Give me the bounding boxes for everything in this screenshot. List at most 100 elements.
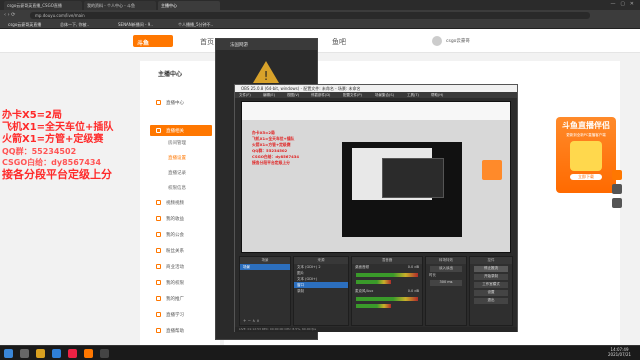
nav-home[interactable]: 首页: [200, 37, 214, 47]
obs-menu-profile[interactable]: 配置文件(P): [343, 93, 362, 98]
douyu-logo[interactable]: 斗鱼: [133, 35, 173, 47]
promo-download-button[interactable]: 立即下载: [570, 174, 602, 180]
sidebar-item-study[interactable]: 直播学习: [150, 309, 212, 320]
share-icon[interactable]: [612, 184, 622, 194]
tab-anchor-center[interactable]: 主播中心: [158, 1, 220, 10]
mixer-desktop-level: 0.0 dB: [407, 265, 419, 269]
sidebar-item-activity[interactable]: 商业活动: [150, 261, 212, 272]
mixer-desktop-name: 桌面音频: [355, 265, 369, 269]
preview-nested-capture: [342, 142, 462, 237]
obs-window: OBS 25.0.8 (64-bit, windows) - 配置文件: 未命名…: [234, 84, 518, 332]
sidebar-item-promote[interactable]: 我的推广: [150, 293, 212, 304]
sidebar-item-live-related[interactable]: 直播相关: [150, 125, 212, 136]
overlay-line-2: 飞机X1=全天车位+插队: [2, 122, 114, 133]
steam-icon[interactable]: [100, 349, 109, 358]
mic-audio-slider[interactable]: [356, 304, 391, 308]
overlay-line-4: QQ群：55234502: [2, 147, 77, 156]
file-explorer-icon[interactable]: [36, 349, 45, 358]
tab-profile[interactable]: 我的资料 - 个人中心 - 斗鱼: [84, 1, 156, 10]
sidebar-sub-room[interactable]: 房间管理: [168, 140, 186, 146]
browser-icon[interactable]: [52, 349, 61, 358]
sidebar-item-video[interactable]: 视频视频: [150, 197, 212, 208]
obs-taskbar-icon[interactable]: [68, 349, 77, 358]
top-icon[interactable]: [612, 198, 622, 208]
svg-text:!: !: [264, 69, 269, 83]
bookmark-item[interactable]: 个人播播_5分钟不..: [178, 22, 213, 28]
obs-menu-tools[interactable]: 工具(T): [407, 93, 419, 98]
sidebar-item-income[interactable]: 我的收益: [150, 213, 212, 224]
scene-item[interactable]: 场景: [240, 264, 290, 270]
transitions-dock: 转场特效 淡入淡出 时长 300 ms: [425, 256, 467, 326]
activity-icon: [156, 264, 161, 269]
bookmark-item[interactable]: csgo云豪哥英直播: [8, 22, 41, 28]
studio-mode-button[interactable]: 工作室模式: [474, 282, 508, 288]
home-icon: [156, 100, 161, 105]
url-field[interactable]: mp.douyu.com/live/main: [30, 12, 590, 19]
help-icon: [156, 328, 161, 333]
exit-button[interactable]: 退出: [474, 298, 508, 304]
transitions-header: 转场特效: [426, 257, 466, 264]
sidebar-sub-permission[interactable]: 权限信息: [168, 185, 186, 191]
warning-icon: !: [251, 59, 281, 85]
nav-yuba[interactable]: 鱼吧: [332, 37, 346, 47]
sidebar-title: 主播中心: [158, 71, 183, 78]
obs-preview[interactable]: 办卡X5=2局 飞机X1=全天车位+插队 火箭X1=方管+定级赛 QQ群：552…: [241, 101, 511, 253]
sidebar-item-fans[interactable]: 粉丝关系: [150, 245, 212, 256]
sources-header: 来源: [294, 257, 348, 264]
desktop-audio-slider[interactable]: [356, 280, 391, 284]
sidebar-sub-records[interactable]: 直播记录: [168, 170, 186, 176]
overlay-line-6: 接各分段平台定级上分: [2, 168, 112, 181]
promo-subtitle: 更新到全新PC直播客户端: [566, 133, 606, 137]
sidebar-item-permission[interactable]: 我的权限: [150, 277, 212, 288]
user-name[interactable]: csgo云豪哥: [446, 38, 470, 44]
obs-title: OBS 25.0.8 (64-bit, windows) - 配置文件: 未命名…: [235, 85, 517, 92]
obs-menu-view[interactable]: 视图(V): [287, 93, 299, 98]
play-icon[interactable]: [612, 170, 622, 180]
scenes-header: 场景: [240, 257, 290, 264]
bookmark-item[interactable]: SENAN新播间 - 9..: [118, 22, 153, 28]
window-controls[interactable]: — ▢ ✕: [560, 1, 640, 9]
desktop-audio-meter: [356, 273, 418, 277]
stream-overlay-text: 办卡X5=2局 飞机X1=全天车位+插队 火箭X1=方管+定级赛 QQ群：552…: [2, 110, 113, 182]
scene-toolbar[interactable]: + − ∧ ∨: [243, 318, 259, 323]
windows-start-icon[interactable]: [4, 349, 13, 358]
duration-field[interactable]: 300 ms: [430, 280, 462, 286]
douyu-taskbar-icon[interactable]: [84, 349, 93, 358]
controls-dock: 控件 停止推流 开始录制 工作室模式 设置 退出: [469, 256, 513, 326]
start-recording-button[interactable]: 开始录制: [474, 274, 508, 280]
obs-menu-docks[interactable]: 停靠部件(D): [311, 93, 330, 98]
browser-tab-bar: csgo云豪哥英直播_CSGO直播 我的资料 - 个人中心 - 斗鱼 主播中心 …: [0, 0, 640, 10]
sidebar-item-live-center[interactable]: 直播中心: [150, 97, 212, 108]
settings-button[interactable]: 设置: [474, 290, 508, 296]
obs-menu-scene-collection[interactable]: 场景集合(S): [375, 93, 394, 98]
group-icon: [156, 232, 161, 237]
overlay-line-5: CSGO白给：dy8567434: [2, 158, 102, 167]
source-item[interactable]: 录制: [294, 288, 348, 294]
sidebar-item-help[interactable]: 直播帮助: [150, 325, 212, 336]
avatar[interactable]: [432, 36, 442, 46]
preview-promo-card: [482, 160, 502, 180]
stop-streaming-button[interactable]: 停止推流: [474, 266, 508, 272]
bookmark-item[interactable]: 总体一下, 你被..: [60, 22, 89, 28]
permission-icon: [156, 280, 161, 285]
obs-menu-edit[interactable]: 编辑(E): [263, 93, 275, 98]
sources-dock: 来源 文本 (GDI+) 2 图片 文本 (GDI+) 窗口 录制: [293, 256, 349, 326]
taskbar-clock[interactable]: 14:07:49 2021/07/21: [608, 347, 631, 357]
mixer-mic-name: 麦克风/Aux: [355, 289, 374, 293]
search-icon[interactable]: [20, 349, 29, 358]
preview-page-header: [242, 102, 510, 120]
mixer-header: 混音器: [352, 257, 422, 264]
obs-status-bar: LIVE: 01:12:53 REC: 00:00:00 CPU: 8.5%, …: [235, 327, 517, 332]
promote-icon: [156, 296, 161, 301]
companion-app-icon: [570, 141, 602, 171]
promo-card[interactable]: 斗鱼直播伴侣 更新到全新PC直播客户端 立即下载: [556, 117, 616, 193]
sidebar-item-guild[interactable]: 我的公会: [150, 229, 212, 240]
obs-menu-help[interactable]: 帮助(H): [431, 93, 443, 98]
tab-csgo-live[interactable]: csgo云豪哥英直播_CSGO直播: [4, 1, 82, 10]
video-icon: [156, 200, 161, 205]
sidebar-sub-settings[interactable]: 直播设置: [168, 155, 186, 161]
nav-arrows-icon[interactable]: ‹ › ⟳: [4, 12, 15, 18]
duration-label: 时长: [429, 273, 436, 277]
scenes-dock: 场景 场景 + − ∧ ∨: [239, 256, 291, 326]
obs-menu-file[interactable]: 文件(F): [239, 93, 251, 98]
